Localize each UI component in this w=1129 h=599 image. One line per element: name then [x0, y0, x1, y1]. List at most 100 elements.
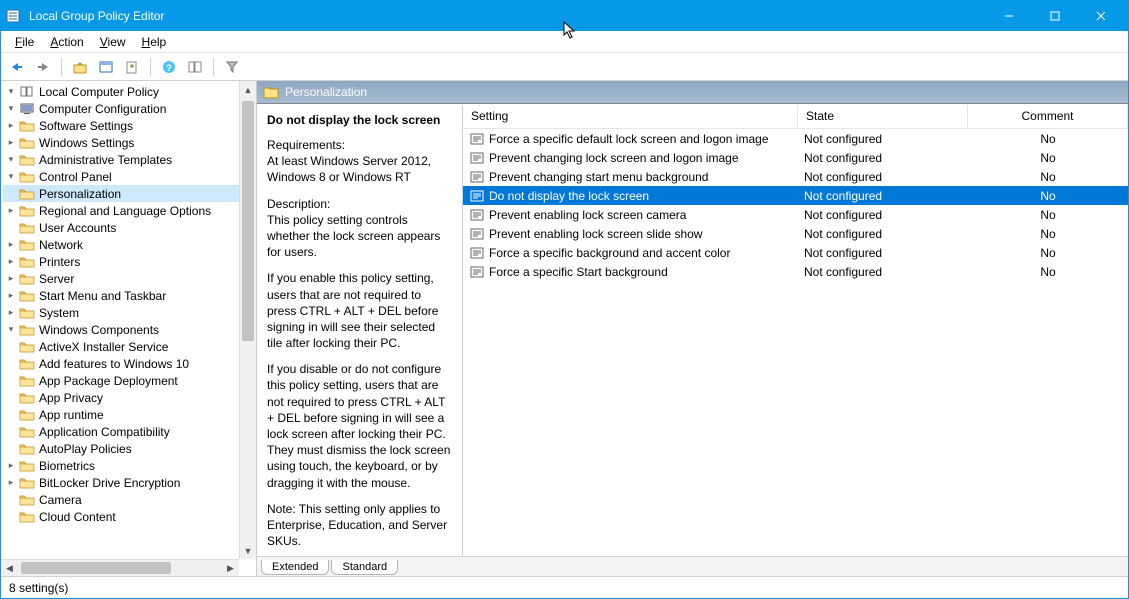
column-state[interactable]: State [798, 105, 968, 128]
tree-label: AutoPlay Policies [39, 442, 132, 456]
scroll-thumb[interactable] [242, 101, 254, 341]
tree-item[interactable]: ▸ Windows Settings [3, 134, 254, 151]
tree-label: Regional and Language Options [39, 204, 211, 218]
tree-item[interactable]: ActiveX Installer Service [3, 338, 254, 355]
tree-item[interactable]: Add features to Windows 10 [3, 355, 254, 372]
tree-item[interactable]: ▸Printers [3, 253, 254, 270]
tree-item[interactable]: ▸BitLocker Drive Encryption [3, 474, 254, 491]
tree-item[interactable]: ▸Biometrics [3, 457, 254, 474]
chevron-right-icon[interactable]: ▸ [5, 205, 17, 217]
scroll-left-icon[interactable]: ◀ [1, 560, 18, 576]
chevron-right-icon[interactable]: ▸ [5, 307, 17, 319]
menu-action[interactable]: Action [42, 33, 91, 51]
list-row[interactable]: Force a specific background and accent c… [463, 243, 1128, 262]
tree-label: Windows Settings [39, 136, 134, 150]
menu-help[interactable]: Help [134, 33, 175, 51]
tree-label: Software Settings [39, 119, 133, 133]
chevron-right-icon[interactable]: ▸ [5, 460, 17, 472]
folder-icon [19, 119, 35, 132]
tree-root[interactable]: ▾Local Computer Policy [3, 83, 254, 100]
tree-item[interactable]: App runtime [3, 406, 254, 423]
tree-item[interactable]: Application Compatibility [3, 423, 254, 440]
tab-extended[interactable]: Extended [261, 560, 329, 575]
separator-icon [150, 58, 151, 76]
tree-item[interactable]: ▾Administrative Templates [3, 151, 254, 168]
chevron-down-icon[interactable]: ▾ [5, 86, 17, 98]
help-button[interactable]: ? [157, 56, 181, 78]
scroll-down-icon[interactable]: ▼ [240, 542, 256, 559]
maximize-button[interactable] [1032, 1, 1078, 31]
menu-file[interactable]: File [7, 33, 42, 51]
tree-item[interactable]: ▾Control Panel [3, 168, 254, 185]
list-row[interactable]: Force a specific default lock screen and… [463, 129, 1128, 148]
tree-item[interactable]: AutoPlay Policies [3, 440, 254, 457]
tree-label: Application Compatibility [39, 425, 170, 439]
tree-label: Start Menu and Taskbar [39, 289, 166, 303]
chevron-down-icon[interactable]: ▾ [5, 154, 17, 166]
filter-button[interactable] [220, 56, 244, 78]
column-comment[interactable]: Comment [968, 105, 1128, 128]
folder-icon [19, 442, 35, 455]
list-row[interactable]: Prevent changing lock screen and logon i… [463, 148, 1128, 167]
tree-item[interactable]: ▸Network [3, 236, 254, 253]
tree-item[interactable]: Camera [3, 491, 254, 508]
tree-item[interactable]: App Package Deployment [3, 372, 254, 389]
tree-item[interactable]: ▸ Start Menu and Taskbar [3, 287, 254, 304]
titlebar[interactable]: Local Group Policy Editor [1, 1, 1128, 31]
view-button[interactable] [183, 56, 207, 78]
tree-item[interactable]: ▾Windows Components [3, 321, 254, 338]
chevron-right-icon[interactable]: ▸ [5, 256, 17, 268]
tree-item[interactable]: ▸ Software Settings [3, 117, 254, 134]
close-button[interactable] [1078, 1, 1124, 31]
tree-scroll[interactable]: ▾Local Computer Policy▾Computer Configur… [1, 81, 256, 576]
properties-button[interactable] [94, 56, 118, 78]
tree-item[interactable]: Cloud Content [3, 508, 254, 525]
tree-item[interactable]: App Privacy [3, 389, 254, 406]
tree-item[interactable]: ▾Computer Configuration [3, 100, 254, 117]
setting-comment: No [968, 208, 1128, 222]
tree-horizontal-scrollbar[interactable]: ◀ ▶ [1, 559, 239, 576]
chevron-right-icon[interactable]: ▸ [5, 120, 17, 132]
tree-label: User Accounts [39, 221, 116, 235]
tree-label: App runtime [39, 408, 104, 422]
tree-vertical-scrollbar[interactable]: ▲ ▼ [239, 81, 256, 559]
folder-icon [19, 323, 35, 336]
tree-item[interactable]: ▸Server [3, 270, 254, 287]
list-rows[interactable]: Force a specific default lock screen and… [463, 129, 1128, 556]
setting-comment: No [968, 189, 1128, 203]
tree-item[interactable]: ▸System [3, 304, 254, 321]
list-row[interactable]: Do not display the lock screenNot config… [463, 186, 1128, 205]
chevron-down-icon[interactable]: ▾ [5, 324, 17, 336]
tree-item[interactable]: Personalization [3, 185, 254, 202]
chevron-down-icon[interactable]: ▾ [5, 103, 17, 115]
chevron-right-icon[interactable]: ▸ [5, 477, 17, 489]
scroll-right-icon[interactable]: ▶ [222, 560, 239, 576]
folder-icon [19, 459, 35, 472]
tree-item[interactable]: User Accounts [3, 219, 254, 236]
column-setting[interactable]: Setting [463, 105, 798, 128]
list-row[interactable]: Prevent enabling lock screen cameraNot c… [463, 205, 1128, 224]
refresh-button[interactable] [120, 56, 144, 78]
tab-standard[interactable]: Standard [331, 560, 398, 575]
tree-item[interactable]: ▸ Regional and Language Options [3, 202, 254, 219]
folder-icon [19, 204, 35, 217]
folder-icon [19, 187, 35, 200]
chevron-right-icon[interactable]: ▸ [5, 137, 17, 149]
policy-icon [469, 245, 485, 261]
scroll-up-icon[interactable]: ▲ [240, 81, 256, 98]
minimize-button[interactable] [986, 1, 1032, 31]
list-row[interactable]: Force a specific Start backgroundNot con… [463, 262, 1128, 281]
back-button[interactable] [5, 56, 29, 78]
chevron-down-icon[interactable]: ▾ [5, 171, 17, 183]
menu-view[interactable]: View [92, 33, 134, 51]
list-row[interactable]: Prevent changing start menu backgroundNo… [463, 167, 1128, 186]
list-row[interactable]: Prevent enabling lock screen slide showN… [463, 224, 1128, 243]
folder-icon [19, 238, 35, 251]
up-button[interactable] [68, 56, 92, 78]
scroll-thumb[interactable] [21, 562, 171, 574]
chevron-right-icon[interactable]: ▸ [5, 290, 17, 302]
chevron-right-icon[interactable]: ▸ [5, 273, 17, 285]
chevron-right-icon[interactable]: ▸ [5, 239, 17, 251]
setting-comment: No [968, 246, 1128, 260]
forward-button[interactable] [31, 56, 55, 78]
